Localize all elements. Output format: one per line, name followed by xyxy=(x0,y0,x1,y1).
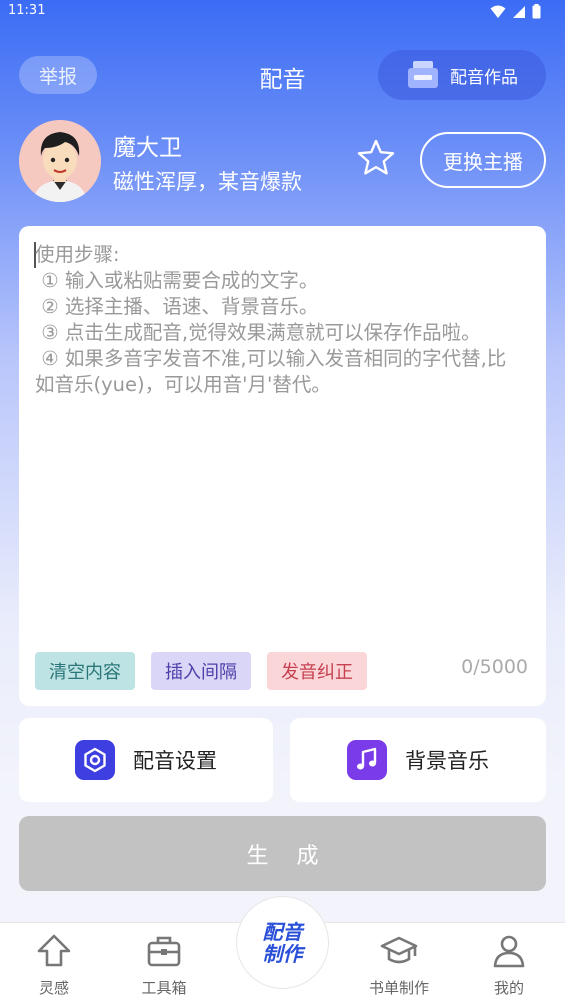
clear-content-button[interactable]: 清空内容 xyxy=(35,652,135,690)
background-music-card[interactable]: 背景音乐 xyxy=(290,718,546,802)
wifi-icon xyxy=(490,5,506,18)
favorite-star-icon[interactable] xyxy=(356,138,396,178)
pronunciation-fix-button[interactable]: 发音纠正 xyxy=(267,652,367,690)
center-label-line1: 配音 xyxy=(262,919,303,944)
status-icons xyxy=(490,4,541,19)
anchor-avatar[interactable] xyxy=(19,120,101,202)
music-note-icon xyxy=(347,740,387,780)
voice-settings-label: 配音设置 xyxy=(133,749,217,773)
settings-gear-icon xyxy=(75,740,115,780)
nav-label-toolbox: 工具箱 xyxy=(141,979,187,997)
status-time: 11:31 xyxy=(8,3,46,18)
anchor-row: 魔大卫 磁性浑厚，某音爆款 更换主播 xyxy=(0,118,565,204)
insert-pause-button[interactable]: 插入间隔 xyxy=(151,652,251,690)
anchor-name: 魔大卫 xyxy=(113,135,182,161)
nav-label-inspiration: 灵感 xyxy=(38,979,69,997)
generate-button[interactable]: 生成 xyxy=(19,816,546,891)
nav-label-mine: 我的 xyxy=(493,979,524,997)
center-label-line2: 制作 xyxy=(262,941,303,966)
character-counter: 0/5000 xyxy=(461,656,528,678)
my-works-label: 配音作品 xyxy=(450,67,518,88)
my-works-button[interactable]: 配音作品 xyxy=(378,50,546,100)
top-bar: 举报 配音 配音作品 xyxy=(0,48,565,104)
nav-label-booklist: 书单制作 xyxy=(368,979,429,997)
report-button[interactable]: 举报 xyxy=(19,56,97,94)
arrow-up-icon xyxy=(37,934,71,967)
nav-center-dubbing-button[interactable]: 配音 制作 xyxy=(236,896,329,989)
voice-settings-card[interactable]: 配音设置 xyxy=(19,718,273,802)
status-bar: 11:31 xyxy=(0,0,565,24)
graduation-cap-icon xyxy=(380,936,418,964)
avatar-illustration xyxy=(19,120,101,202)
user-icon xyxy=(493,935,525,968)
text-editor[interactable]: 使用步骤: ① 输入或粘贴需要合成的文字。 ② 选择主播、语速、背景音乐。 ③ … xyxy=(19,226,546,706)
nav-item-inspiration[interactable]: 灵感 xyxy=(9,931,99,998)
inbox-tray-icon xyxy=(408,61,438,88)
signal-icon xyxy=(513,5,525,18)
nav-item-booklist[interactable]: 书单制作 xyxy=(354,931,444,998)
editor-placeholder: 使用步骤: ① 输入或粘贴需要合成的文字。 ② 选择主播、语速、背景音乐。 ③ … xyxy=(35,243,507,396)
battery-icon xyxy=(532,4,541,19)
nav-item-mine[interactable]: 我的 xyxy=(464,931,554,998)
anchor-description: 磁性浑厚，某音爆款 xyxy=(113,170,302,194)
nav-item-toolbox[interactable]: 工具箱 xyxy=(119,931,209,998)
toolbox-icon xyxy=(147,936,181,967)
change-anchor-button[interactable]: 更换主播 xyxy=(420,132,546,188)
background-music-label: 背景音乐 xyxy=(405,749,489,773)
